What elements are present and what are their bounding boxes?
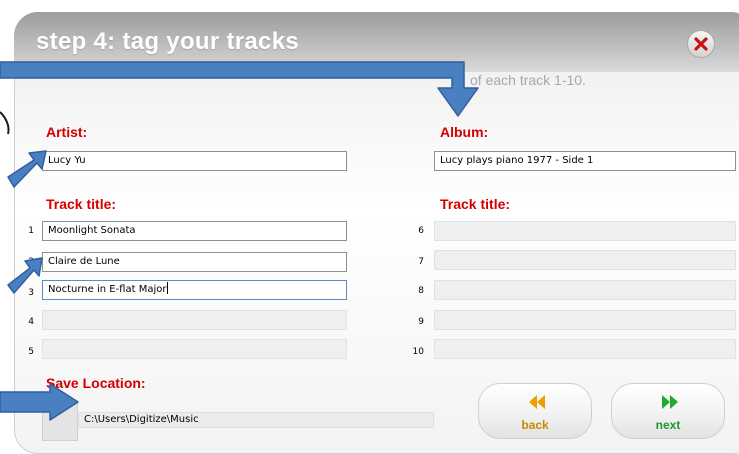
- arrow-icon: [7, 257, 43, 294]
- arrow-icon: [7, 150, 47, 188]
- arrow-icon: [0, 61, 479, 117]
- callout-arrows: [0, 61, 479, 421]
- arrow-icon: [0, 383, 79, 421]
- arrow-icon: [0, 111, 10, 135]
